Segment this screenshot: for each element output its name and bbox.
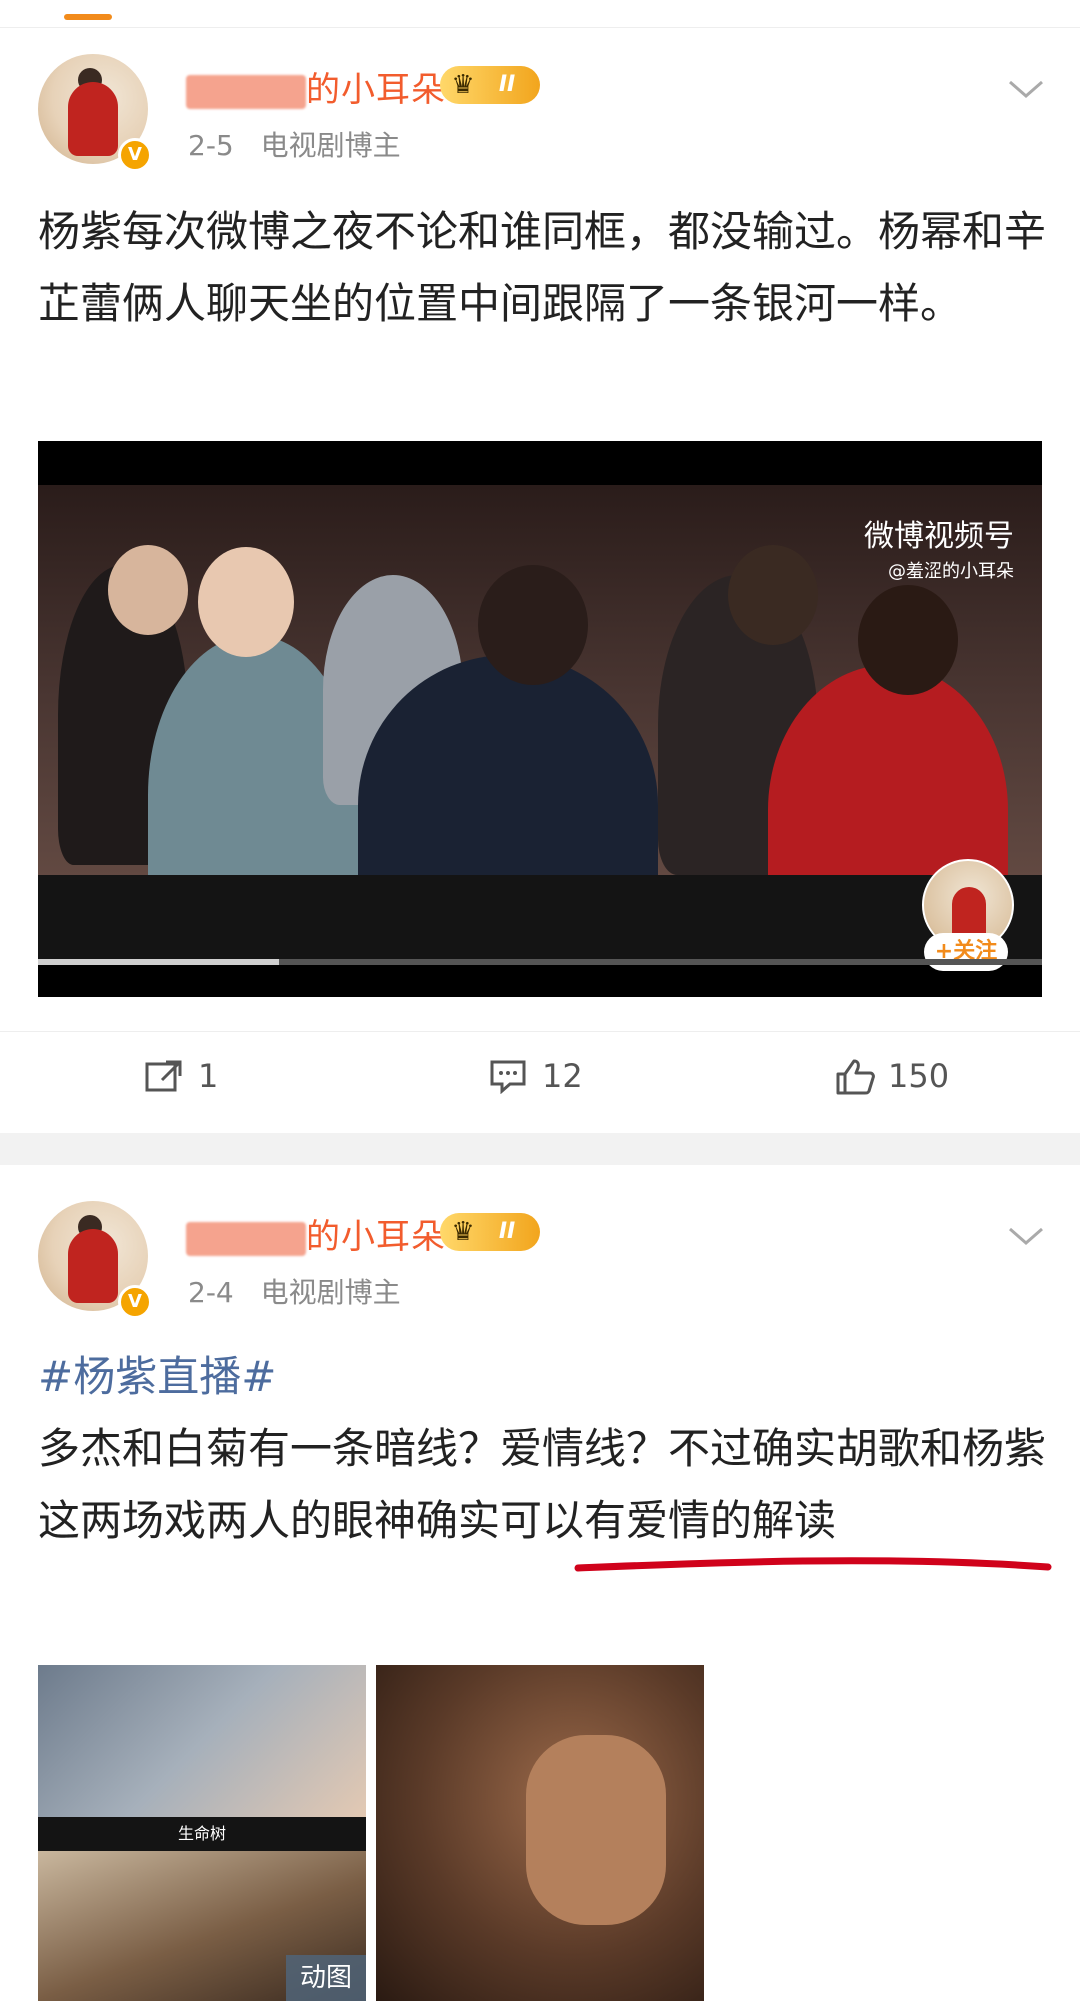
username[interactable]: 的小耳朵 [186,62,446,111]
chevron-down-icon[interactable] [1006,74,1046,104]
post-image[interactable]: 生命树 动图 [38,1665,366,2001]
top-tab-bar [0,0,1080,28]
red-underline-annotation [574,1557,1052,1572]
comment-count: 12 [542,1057,583,1095]
post-action-bar: 1 12 150 [0,1031,1080,1121]
crown-icon: ♛ [451,70,475,100]
post-image[interactable] [376,1665,704,2001]
post-meta: 2-5 电视剧博主 [188,124,401,164]
image-caption: 生命树 [38,1817,366,1851]
active-tab-indicator [64,14,112,20]
like-button[interactable]: 150 [834,1054,994,1098]
video-watermark: 微博视频号 @羞涩的小耳朵 [864,519,1014,582]
post-date: 2-5 [188,129,234,162]
video-progress-fill [38,959,279,965]
weibo-post[interactable]: V 的小耳朵 ♛ II 2-4 电视剧博主 #杨紫直播# 多杰和白菊有一条暗线？… [0,1165,1080,2001]
follow-button[interactable]: +关注 [924,933,1008,971]
like-count: 150 [888,1057,950,1095]
comment-button[interactable]: 12 [488,1054,628,1098]
repost-button[interactable]: 1 [144,1054,264,1098]
comment-icon [490,1060,526,1094]
thumbs-up-icon [836,1059,875,1095]
level-crown-badge: ♛ II [440,66,540,104]
post-source: 电视剧博主 [260,129,401,162]
video-progress-bar[interactable] [38,959,1042,965]
repost-icon [145,1060,182,1092]
post-separator [0,1133,1080,1165]
repost-count: 1 [198,1057,219,1095]
post-text: 杨紫每次微博之夜不论和谁同框，都没输过。杨幂和辛芷蕾俩人聊天坐的位置中间跟隔了一… [38,207,1047,328]
blurred-name [186,74,306,109]
verified-badge-icon: V [118,138,152,172]
weibo-post[interactable]: V 的小耳朵 ♛ II 2-5 电视剧博主 杨紫每次微博之夜不论和谁同框，都没输… [0,28,1080,1133]
gif-badge: 动图 [286,1955,366,2001]
video-player[interactable]: 微博视频号 @羞涩的小耳朵 +关注 [38,441,1042,997]
